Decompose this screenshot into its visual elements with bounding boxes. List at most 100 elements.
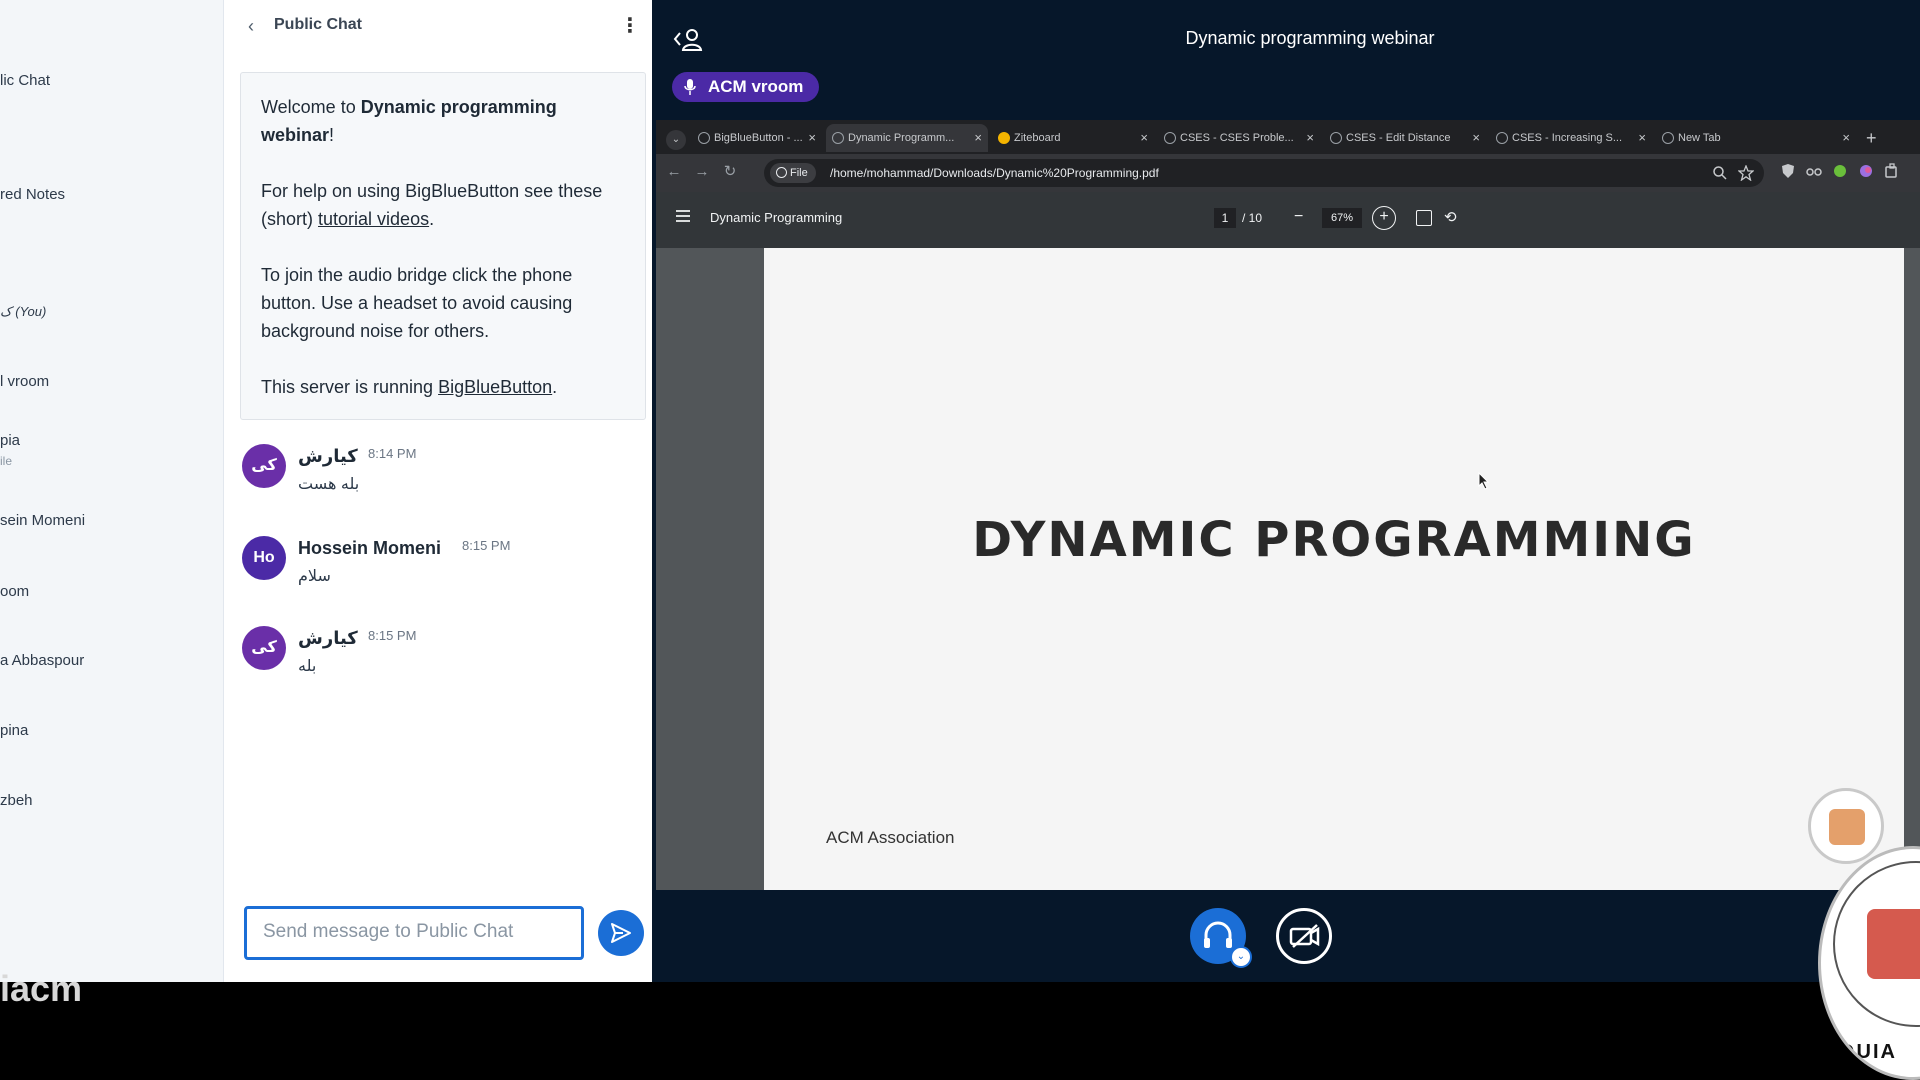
chat-message: Ho Hossein Momeni 8:15 PM سلام [242, 536, 642, 606]
chevron-left-icon[interactable]: ‹ [248, 16, 266, 36]
user-list-item[interactable]: pia [0, 432, 20, 449]
globe-icon [832, 132, 844, 144]
welcome-line: Welcome to Dynamic programming webinar! [261, 93, 625, 149]
scheme-label: File [790, 167, 808, 179]
bigbluebutton-icon [698, 132, 710, 144]
tab-label: Dynamic Programm... [848, 132, 955, 144]
avatar: کی [242, 626, 286, 670]
zoom-icon[interactable] [1712, 165, 1728, 181]
chat-header: ‹ Public Chat ⋮ [224, 0, 652, 52]
talking-user-name: ACM vroom [708, 77, 804, 96]
tab-label: BigBlueButton - ... [714, 132, 803, 144]
pdf-page-input[interactable]: 1 [1214, 208, 1236, 228]
user-list-item-self[interactable]: ک (You) [0, 304, 46, 320]
shield-extension-icon[interactable] [1780, 163, 1796, 179]
close-icon[interactable]: × [974, 124, 982, 152]
info-icon [776, 167, 787, 178]
pdf-page-total: / 10 [1242, 211, 1263, 225]
audio-help-line: To join the audio bridge click the phone… [261, 265, 573, 341]
chat-message: کی کیارش 8:15 PM بله [242, 626, 642, 696]
message-text: سلام [298, 568, 331, 585]
help-text: . [429, 209, 435, 229]
audio-options-chevron-icon[interactable]: ⌄ [1230, 946, 1252, 968]
video-off-icon [1289, 924, 1320, 948]
send-message-button[interactable] [598, 910, 644, 956]
user-list-item-subtitle: ile [0, 454, 13, 468]
bookmark-star-icon[interactable] [1738, 165, 1754, 181]
bigbluebutton-link[interactable]: BigBlueButton [438, 377, 552, 397]
zoom-in-icon[interactable]: + [1372, 206, 1396, 230]
browser-tab-bar: ⌄ BigBlueButton - ... × Dynamic Programm… [656, 120, 1920, 154]
tab-label: CSES - Increasing S... [1512, 132, 1623, 144]
site-info-chip[interactable]: File [770, 163, 816, 183]
green-extension-icon[interactable] [1832, 163, 1848, 179]
fit-page-icon[interactable] [1416, 210, 1432, 226]
browser-tab[interactable]: CSES - Edit Distance × [1324, 124, 1486, 152]
user-list-item[interactable]: l vroom [0, 373, 49, 390]
talking-indicator[interactable]: ACM vroom [672, 72, 820, 102]
message-time: 8:14 PM [368, 446, 417, 461]
browser-tab[interactable]: CSES - Increasing S... × [1490, 124, 1652, 152]
browser-tab[interactable]: Ziteboard × [992, 124, 1154, 152]
pdf-document-title: Dynamic Programming [710, 210, 843, 225]
reload-icon[interactable]: ↻ [720, 162, 740, 182]
glasses-extension-icon[interactable] [1806, 163, 1822, 179]
camera-off-button[interactable] [1276, 908, 1332, 964]
chat-message-input[interactable]: Send message to Public Chat [244, 906, 584, 960]
more-vertical-icon[interactable]: ⋮ [620, 14, 640, 38]
colorful-extension-icon[interactable] [1858, 163, 1874, 179]
puzzle-extensions-icon[interactable] [1884, 163, 1900, 179]
address-bar[interactable]: File /home/mohammad/Downloads/Dynamic%20… [764, 159, 1764, 187]
url-text: /home/mohammad/Downloads/Dynamic%20Progr… [830, 166, 1159, 180]
browser-tab[interactable]: CSES - CSES Proble... × [1158, 124, 1320, 152]
close-icon[interactable]: × [1306, 124, 1314, 152]
browser-tab[interactable]: BigBlueButton - ... × [692, 124, 822, 152]
user-list-item[interactable]: oom [0, 583, 29, 600]
document-heading: DYNAMIC PROGRAMMING [972, 512, 1696, 568]
close-icon[interactable]: × [808, 124, 816, 152]
user-list-item[interactable]: pina [0, 722, 28, 739]
chat-panel: ‹ Public Chat ⋮ Welcome to Dynamic progr… [224, 0, 652, 982]
tab-label: Ziteboard [1014, 132, 1061, 144]
globe-icon [1164, 132, 1176, 144]
forward-arrow-icon[interactable]: → [692, 162, 712, 182]
avatar: کی [242, 444, 286, 488]
tab-search-icon[interactable]: ⌄ [666, 130, 686, 150]
close-icon[interactable]: × [1842, 124, 1850, 152]
server-text: This server is running [261, 377, 439, 397]
zoom-out-icon[interactable]: − [1294, 206, 1303, 228]
user-list-item[interactable]: a Abbaspour [0, 652, 84, 669]
close-icon[interactable]: × [1140, 124, 1148, 152]
new-tab-icon[interactable]: + [1866, 124, 1877, 152]
user-list-item-public-chat[interactable]: lic Chat [0, 72, 50, 89]
user-list-item[interactable]: zbeh [0, 792, 33, 809]
server-line: This server is running BigBlueButton. [261, 373, 625, 401]
pdf-zoom-input[interactable]: 67% [1322, 208, 1362, 228]
mouse-cursor-icon [1478, 472, 1490, 490]
help-line: For help on using BigBlueButton see thes… [261, 177, 625, 233]
tutorial-videos-link[interactable]: tutorial videos [318, 209, 429, 229]
browser-tab-active[interactable]: Dynamic Programm... × [826, 124, 988, 152]
browser-tab[interactable]: New Tab × [1656, 124, 1856, 152]
media-controls-bar: ⌄ [652, 890, 1920, 982]
back-arrow-icon[interactable]: ← [664, 162, 684, 182]
welcome-text: Welcome to [261, 97, 361, 117]
close-icon[interactable]: × [1472, 124, 1480, 152]
browser-toolbar: ← → ↻ File /home/mohammad/Downloads/Dyna… [656, 154, 1920, 192]
globe-icon [1496, 132, 1508, 144]
rotate-icon[interactable]: ⟲ [1444, 208, 1457, 228]
user-list-item-shared-notes[interactable]: red Notes [0, 186, 65, 203]
close-icon[interactable]: × [1638, 124, 1646, 152]
chat-title[interactable]: Public Chat [274, 16, 362, 34]
welcome-text: ! [329, 125, 335, 145]
microphone-icon [684, 79, 696, 95]
meeting-title: Dynamic programming webinar [1185, 28, 1435, 48]
pdf-viewer: DYNAMIC PROGRAMMING ACM Association [656, 248, 1920, 890]
server-text: . [552, 377, 558, 397]
user-list-item[interactable]: sein Momeni [0, 512, 85, 529]
tab-label: CSES - CSES Proble... [1180, 132, 1294, 144]
seal-handle-text: @UIA [1835, 1041, 1897, 1063]
acm-logo-emblem [1829, 809, 1865, 845]
pdf-toolbar: Dynamic Programming 1 / 10 − 67% + ⟲ [656, 192, 1920, 248]
menu-hamburger-icon[interactable] [674, 208, 692, 224]
